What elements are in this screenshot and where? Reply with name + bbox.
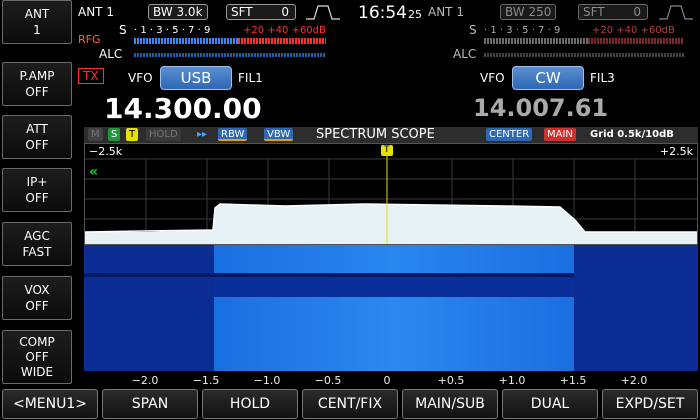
- menu1-button[interactable]: <MENU1>: [2, 389, 98, 419]
- vox-label: VOX: [24, 283, 50, 297]
- sub-s-scale: · 1 · 3 · 5 · 7 · 9: [484, 25, 561, 36]
- scope-right-edge: +2.5k: [659, 145, 693, 158]
- scope-rbw-tag[interactable]: RBW: [218, 128, 248, 141]
- main-sft-label: SFT: [231, 5, 253, 19]
- spectrum-scope[interactable]: −2.5k +2.5k T «: [84, 143, 698, 245]
- waterfall-display[interactable]: [84, 245, 698, 371]
- sub-vfo-label: VFO: [480, 71, 505, 85]
- sub-s-label: S: [469, 23, 477, 37]
- main-plus-meter-bar: [238, 38, 326, 44]
- axis-label: +0.5: [437, 374, 465, 387]
- hold-button[interactable]: HOLD: [202, 389, 298, 419]
- scope-m-tag[interactable]: M: [88, 128, 103, 141]
- axis-label: −0.5: [314, 374, 342, 387]
- ip-button[interactable]: IP+ OFF: [2, 168, 72, 212]
- axis-label: −1.0: [253, 374, 281, 387]
- axis-label: 0: [383, 374, 391, 387]
- agc-value: FAST: [22, 245, 52, 259]
- att-value: OFF: [25, 138, 49, 152]
- pamp-button[interactable]: P.AMP OFF: [2, 62, 72, 106]
- rfg-label: RFG: [78, 33, 101, 46]
- scope-fast-icon: ▸▸: [197, 129, 208, 140]
- scope-header: M S T HOLD ▸▸ RBW VBW SPECTRUM SCOPE CEN…: [84, 127, 698, 143]
- ant-label: ANT: [24, 7, 50, 21]
- sub-ant[interactable]: ANT 1: [428, 5, 464, 19]
- sub-filter-shape-icon: [659, 5, 693, 20]
- main-plus-scale: +20 +40 +60dB: [243, 25, 326, 36]
- main-vfo-label: VFO: [128, 71, 153, 85]
- sub-sft-value: 0: [633, 5, 641, 19]
- spectrum-graph: [85, 156, 697, 244]
- main-alc-label: ALC: [99, 47, 123, 61]
- comp-label: COMP: [19, 334, 55, 349]
- sub-fil-label[interactable]: FIL3: [590, 71, 615, 85]
- frequency-axis: −2.0 −1.5 −1.0 −0.5 0 +0.5 +1.0 +1.5 +2.…: [84, 372, 698, 388]
- sub-alc-label: ALC: [453, 47, 477, 61]
- main-s-meter-bar: [134, 38, 238, 44]
- sub-bw-box[interactable]: BW 250: [500, 4, 557, 20]
- agc-button[interactable]: AGC FAST: [2, 222, 72, 266]
- scope-s-tag[interactable]: S: [108, 128, 121, 141]
- clock-time: 16:54: [358, 3, 407, 23]
- sub-alc-bar: [484, 53, 684, 57]
- clock-seconds: 25: [408, 8, 422, 21]
- main-mode-button[interactable]: USB: [160, 66, 232, 90]
- axis-label: −1.5: [192, 374, 220, 387]
- sub-sft-label: SFT: [583, 5, 605, 19]
- scope-main-tag[interactable]: MAIN: [544, 128, 576, 141]
- axis-label: +2.0: [620, 374, 648, 387]
- side-panel: ANT 1 P.AMP OFF ATT OFF IP+ OFF AGC FAST…: [0, 0, 73, 386]
- main-sub-button[interactable]: MAIN/SUB: [402, 389, 498, 419]
- main-s-scale: · 1 · 3 · 5 · 7 · 9: [134, 25, 211, 36]
- main-bw-box[interactable]: BW 3.0k: [148, 4, 208, 20]
- comp-button[interactable]: COMP OFF WIDE: [2, 330, 72, 384]
- scope-arrow-icon[interactable]: «: [89, 164, 98, 180]
- sub-frequency[interactable]: 14.007.61: [473, 94, 608, 122]
- pamp-value: OFF: [25, 85, 49, 99]
- axis-label: −2.0: [131, 374, 159, 387]
- scope-grid-label: Grid 0.5k/10dB: [590, 129, 674, 140]
- scope-title: SPECTRUM SCOPE: [316, 127, 435, 142]
- att-button[interactable]: ATT OFF: [2, 115, 72, 159]
- ip-value: OFF: [25, 191, 49, 205]
- main-s-label: S: [119, 23, 127, 37]
- main-sft-box[interactable]: SFT 0: [226, 4, 296, 20]
- sub-plus-meter-bar: [588, 38, 684, 44]
- main-filter-shape-icon: [306, 5, 340, 20]
- scope-left-edge: −2.5k: [89, 145, 123, 158]
- axis-label: +1.0: [498, 374, 526, 387]
- expd-set-button[interactable]: EXPD/SET: [602, 389, 698, 419]
- ant-button[interactable]: ANT 1: [2, 0, 72, 44]
- ip-label: IP+: [26, 175, 48, 189]
- comp-value: OFF: [25, 349, 49, 364]
- scope-center-tag[interactable]: CENTER: [486, 128, 533, 141]
- main-frequency[interactable]: 14.300.00: [104, 92, 262, 125]
- axis-label: +1.5: [559, 374, 587, 387]
- scope-marker-t[interactable]: T: [381, 145, 393, 156]
- scope-t-tag[interactable]: T: [126, 128, 139, 141]
- main-fil-label[interactable]: FIL1: [238, 71, 263, 85]
- sub-plus-scale: +20 +40 +60dB: [592, 25, 675, 36]
- sub-s-meter-bar: [484, 38, 588, 44]
- sub-mode-button[interactable]: CW: [512, 66, 584, 90]
- pamp-label: P.AMP: [19, 69, 55, 83]
- main-alc-bar: [134, 53, 326, 57]
- dual-button[interactable]: DUAL: [502, 389, 598, 419]
- vox-button[interactable]: VOX OFF: [2, 276, 72, 320]
- scope-hold-tag[interactable]: HOLD: [146, 128, 181, 141]
- main-ant[interactable]: ANT 1: [78, 5, 114, 19]
- tx-indicator: TX: [78, 68, 104, 84]
- sub-sft-box[interactable]: SFT 0: [578, 4, 648, 20]
- agc-label: AGC: [24, 229, 50, 243]
- main-sft-value: 0: [281, 5, 289, 19]
- cent-fix-button[interactable]: CENT/FIX: [302, 389, 398, 419]
- comp-width: WIDE: [20, 364, 54, 379]
- vox-value: OFF: [25, 299, 49, 313]
- ant-value: 1: [33, 23, 41, 37]
- att-label: ATT: [26, 122, 48, 136]
- scope-vbw-tag[interactable]: VBW: [264, 128, 294, 141]
- span-button[interactable]: SPAN: [102, 389, 198, 419]
- bottom-menu: <MENU1> SPAN HOLD CENT/FIX MAIN/SUB DUAL…: [0, 389, 700, 420]
